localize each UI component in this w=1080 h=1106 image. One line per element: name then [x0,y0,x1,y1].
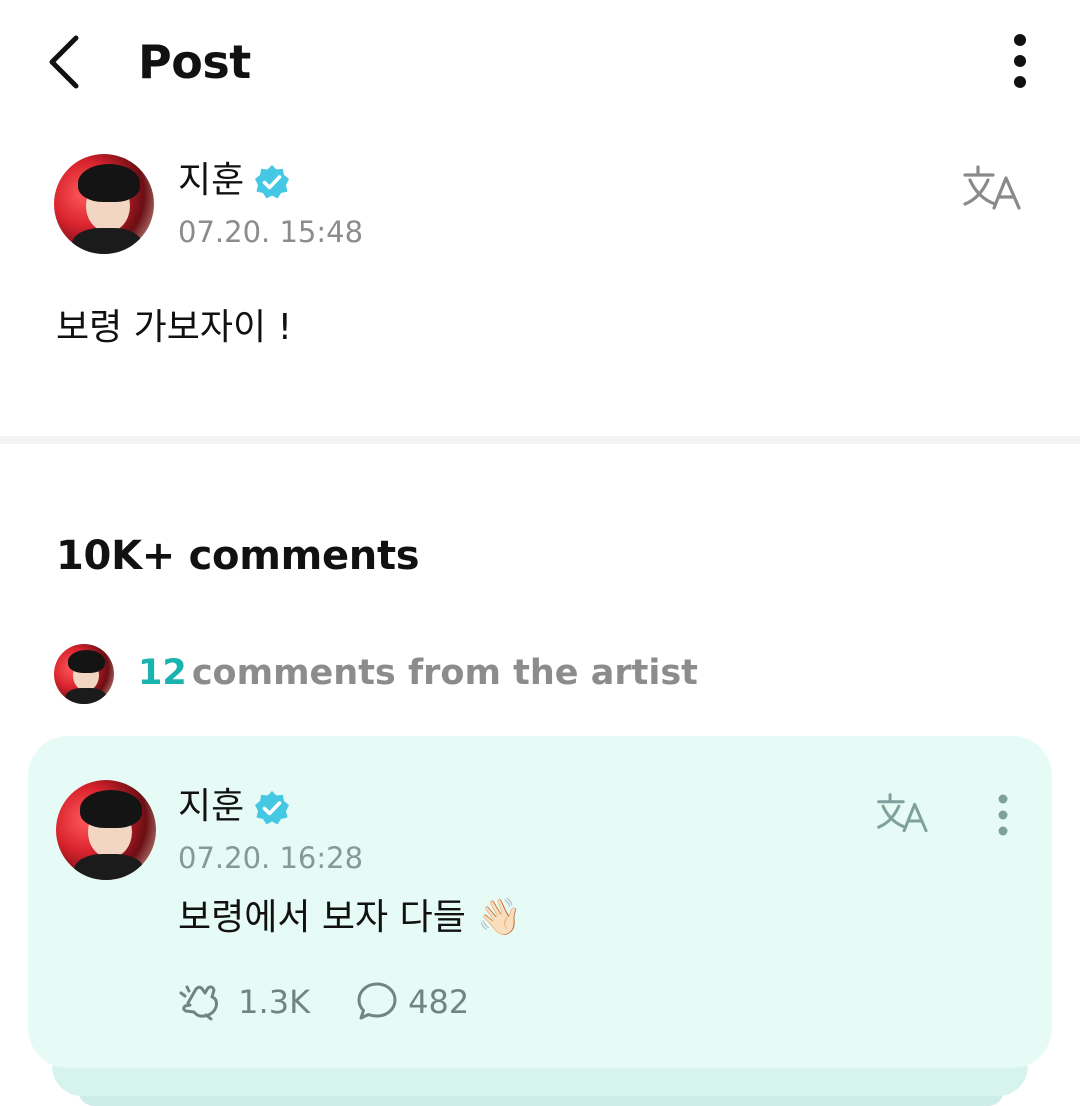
author-name[interactable]: 지훈 [178,156,244,206]
comments-count: 10K+ comments [56,533,420,579]
section-divider [0,436,1080,444]
comment-author-avatar[interactable] [56,780,156,880]
reply-button[interactable]: 482 [356,980,469,1024]
comment-text: 보령에서 보자 다들 👋🏻 [178,892,522,944]
reply-count: 482 [408,983,470,1021]
like-button[interactable]: 1.3K [178,980,310,1024]
artist-avatar [54,644,114,704]
artist-comment-card[interactable]: 지훈 07.20. 16:28 보령에서 보자 다들 👋🏻 1.3K 482 [28,736,1052,1068]
more-vertical-icon [1014,34,1026,88]
back-button[interactable] [36,28,96,94]
post-body: 보령 가보자이 ! [56,307,293,348]
comment-more-icon[interactable] [992,792,1014,838]
artist-comment-count: 12 [138,653,187,693]
comment-bubble-icon [357,982,397,1020]
artist-comment-label: comments from the artist [191,653,698,693]
artist-comments-link[interactable]: 12 comments from the artist [54,640,698,706]
more-options-button[interactable] [1000,30,1040,92]
translate-icon[interactable] [876,792,934,836]
author-avatar[interactable] [54,154,154,254]
comment-text-body: 보령에서 보자 다들 [178,897,466,938]
page-title: Post [138,35,251,89]
card-stack-shadow [52,1066,1028,1096]
clap-icon [179,985,218,1021]
comment-timestamp: 07.20. 16:28 [178,841,364,875]
comment-author-name[interactable]: 지훈 [178,782,244,832]
translate-icon[interactable] [962,164,1028,214]
like-count: 1.3K [238,983,311,1021]
back-arrow-icon [49,35,79,89]
verified-icon [255,165,289,199]
clap-emoji: 👋🏻 [477,897,523,938]
post-timestamp: 07.20. 15:48 [178,215,364,249]
verified-icon [255,791,289,825]
